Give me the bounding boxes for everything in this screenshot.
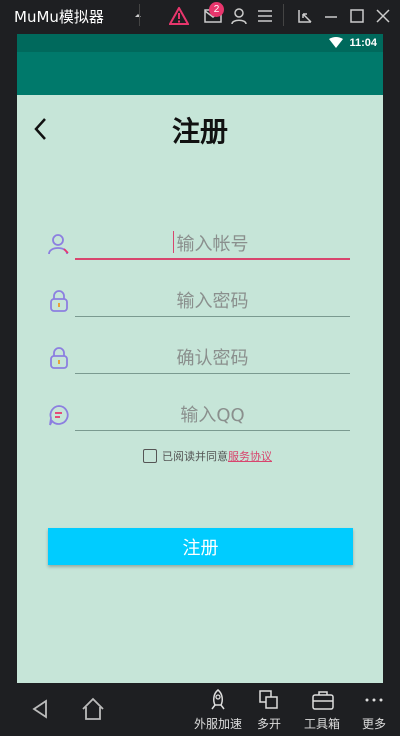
more-icon: [365, 698, 383, 702]
lock-icon: [47, 289, 71, 313]
register-button[interactable]: 注册: [48, 528, 353, 565]
emulator-titlebar: MuMu模拟器 2: [0, 0, 400, 34]
minimize-icon[interactable]: [321, 6, 341, 26]
toolbox-icon: [312, 691, 334, 710]
android-statusbar: 11:04: [17, 34, 383, 52]
qq-row: [47, 391, 351, 431]
account-row: [47, 220, 351, 260]
titlebar-divider: [283, 4, 284, 26]
rocket-icon: [211, 689, 225, 710]
lock-icon: [47, 346, 71, 370]
confirm-password-input[interactable]: [75, 334, 350, 374]
toolbox-tool[interactable]: 工具箱: [297, 689, 347, 733]
multi-window-icon: [259, 690, 278, 709]
password-input[interactable]: [75, 277, 350, 317]
agree-checkbox[interactable]: [143, 449, 157, 463]
chat-icon: [47, 403, 71, 427]
titlebar-divider: [139, 4, 140, 26]
qq-input[interactable]: [75, 391, 350, 431]
android-back-icon[interactable]: [26, 695, 54, 723]
password-row: [47, 277, 351, 317]
notification-badge: 2: [209, 2, 224, 17]
confirm-password-row: [47, 334, 351, 374]
text-cursor: [173, 231, 174, 253]
tool-label: 多开: [256, 717, 281, 731]
phone-screen: 11:04 注册 已阅读并同意 服务协议 注册: [17, 34, 383, 683]
tool-label: 更多: [361, 717, 386, 731]
status-time: 11:04: [349, 37, 377, 49]
agree-text: 已阅读并同意: [162, 450, 228, 463]
wifi-icon: [329, 37, 343, 51]
account-input[interactable]: [75, 220, 350, 260]
emulator-title: MuMu模拟器: [14, 8, 104, 26]
warning-icon[interactable]: [169, 6, 189, 26]
more-tool[interactable]: 更多: [349, 689, 399, 733]
tool-label: 外服加速: [193, 717, 242, 731]
multi-instance-tool[interactable]: 多开: [244, 689, 294, 733]
caret-up-icon[interactable]: [128, 6, 148, 26]
page-title: 注册: [171, 115, 228, 148]
android-home-icon[interactable]: [79, 695, 107, 723]
account-icon[interactable]: [229, 6, 249, 26]
tool-label: 工具箱: [303, 717, 340, 731]
maximize-icon[interactable]: [347, 6, 367, 26]
agreement-row: 已阅读并同意 服务协议: [143, 447, 272, 465]
emulator-bottombar: 外服加速 多开 工具箱 更多: [0, 683, 400, 736]
user-icon: [47, 232, 71, 256]
accelerate-tool[interactable]: 外服加速: [193, 689, 243, 733]
close-icon[interactable]: [373, 6, 393, 26]
menu-icon[interactable]: [255, 6, 275, 26]
service-agreement-link[interactable]: 服务协议: [228, 448, 272, 464]
app-toolbar: [17, 52, 383, 95]
shrink-icon[interactable]: [295, 6, 315, 26]
